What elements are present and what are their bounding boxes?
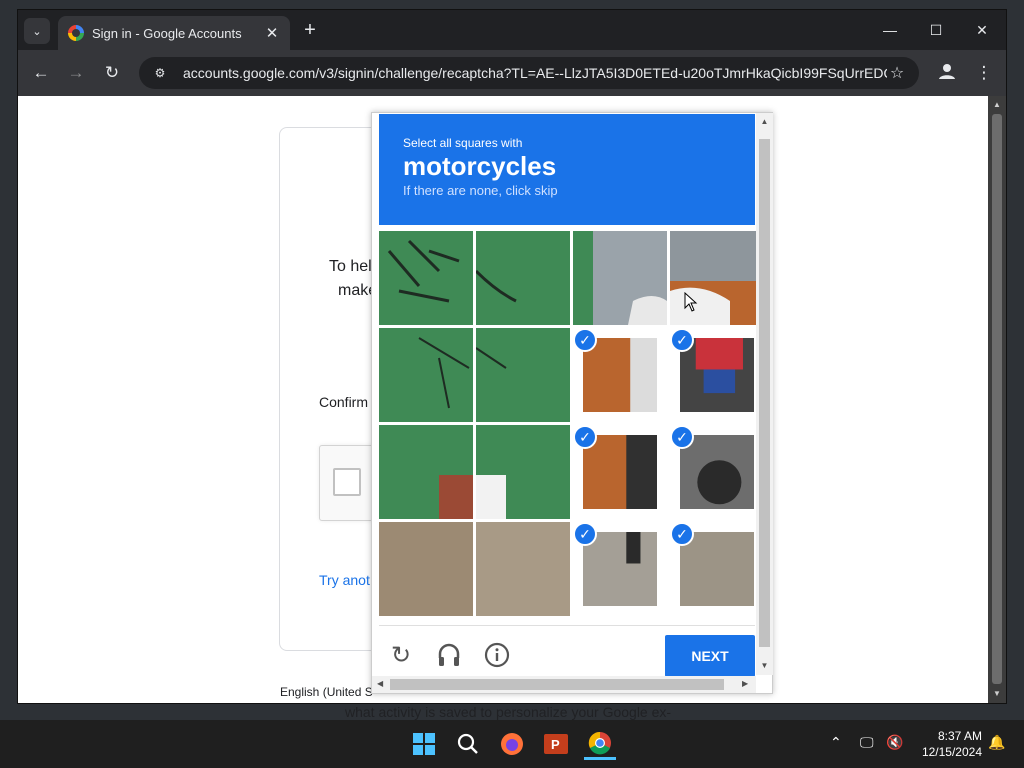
confirm-label: Confirm	[319, 394, 369, 410]
background-page-text: what activity is saved to personalize yo…	[345, 704, 672, 720]
notifications-bell-icon[interactable]: 🔔	[988, 734, 1005, 751]
grid-tile-14[interactable]	[476, 522, 570, 616]
new-tab-icon[interactable]: +	[300, 20, 320, 40]
scrollbar-thumb[interactable]	[759, 139, 770, 647]
recaptcha-challenge-dialog: Select all squares with motorcycles If t…	[371, 112, 773, 694]
tile-selected-check-icon: ✓	[670, 522, 694, 546]
scroll-down-icon[interactable]: ▼	[992, 689, 1002, 698]
scroll-left-icon[interactable]: ◀	[377, 679, 383, 688]
page-scrollbar[interactable]: ▲ ▼	[988, 96, 1006, 703]
bookmark-star-icon[interactable]: ☆	[887, 63, 907, 83]
menu-kebab-icon[interactable]: ⋮	[973, 62, 995, 84]
powerpoint-icon[interactable]: P	[540, 728, 572, 760]
grid-tile-13[interactable]	[379, 522, 473, 616]
show-hidden-icons-icon[interactable]: ⌃	[830, 734, 842, 751]
tab-bar: ⌄ Sign in - Google Accounts ✕ + — ☐ ✕	[18, 10, 1006, 50]
next-button[interactable]: NEXT	[665, 635, 755, 677]
audio-challenge-icon[interactable]	[435, 642, 463, 670]
grid-tile-2[interactable]	[476, 231, 570, 325]
back-icon[interactable]: ←	[30, 62, 52, 84]
scrollbar-thumb[interactable]	[992, 114, 1002, 684]
start-windows-icon[interactable]	[408, 728, 440, 760]
firefox-icon[interactable]	[496, 728, 528, 760]
challenge-hint: If there are none, click skip	[403, 183, 558, 198]
google-favicon-icon	[68, 25, 84, 41]
dialog-horizontal-scrollbar[interactable]: ◀ ▶	[372, 676, 756, 693]
grid-tile-10[interactable]	[476, 425, 570, 519]
image-grid: ✓ ✓ ✓ ✓ ✓ ✓	[379, 231, 764, 617]
browser-toolbar: ← → ↻ ⚙ accounts.google.com/v3/signin/ch…	[18, 50, 1006, 96]
tile-selected-check-icon: ✓	[670, 328, 694, 352]
close-tab-icon[interactable]: ✕	[264, 24, 280, 42]
profile-icon[interactable]	[936, 62, 958, 84]
info-icon[interactable]	[483, 642, 511, 670]
tile-selected-check-icon: ✓	[670, 425, 694, 449]
grid-tile-15[interactable]: ✓	[573, 522, 667, 616]
scroll-right-icon[interactable]: ▶	[742, 679, 748, 688]
grid-tile-6[interactable]	[476, 328, 570, 422]
signin-line-1: To hel	[329, 258, 372, 275]
mouse-cursor-icon	[684, 292, 698, 312]
minimize-icon[interactable]: —	[878, 20, 902, 40]
svg-text:P: P	[551, 737, 560, 752]
taskbar: P ⌃ 🖵 🔇 8:37 AM 12/15/2024 🔔	[0, 720, 1024, 768]
tab-title: Sign in - Google Accounts	[92, 25, 242, 41]
not-a-robot-checkbox[interactable]	[333, 468, 361, 496]
site-info-icon[interactable]: ⚙	[151, 64, 169, 82]
challenge-instruction: Select all squares with	[403, 136, 523, 150]
clock-time: 8:37 AM	[937, 729, 982, 743]
grid-tile-7[interactable]: ✓	[573, 328, 667, 422]
tab-search-icon[interactable]: ⌄	[24, 18, 50, 44]
reload-challenge-icon[interactable]: ↻	[387, 642, 415, 670]
network-icon[interactable]: 🖵	[860, 734, 874, 751]
forward-icon[interactable]: →	[65, 62, 87, 84]
maximize-icon[interactable]: ☐	[924, 20, 948, 40]
reload-icon[interactable]: ↻	[101, 62, 123, 84]
clock-date: 12/15/2024	[921, 745, 982, 759]
volume-muted-icon[interactable]: 🔇	[886, 734, 903, 751]
system-clock[interactable]: 8:37 AM 12/15/2024	[918, 728, 982, 760]
search-icon[interactable]	[452, 728, 484, 760]
scroll-up-icon[interactable]: ▲	[992, 100, 1002, 109]
grid-tile-1[interactable]	[379, 231, 473, 325]
grid-tile-12[interactable]: ✓	[670, 425, 764, 519]
dialog-vertical-scrollbar[interactable]: ▲ ▼	[756, 113, 773, 675]
scroll-down-icon[interactable]: ▼	[756, 661, 773, 670]
grid-tile-11[interactable]: ✓	[573, 425, 667, 519]
grid-tile-9[interactable]	[379, 425, 473, 519]
try-another-way-link[interactable]: Try anot	[319, 572, 370, 588]
scroll-up-icon[interactable]: ▲	[756, 117, 773, 126]
tile-selected-check-icon: ✓	[573, 425, 597, 449]
address-bar[interactable]: ⚙ accounts.google.com/v3/signin/challeng…	[139, 57, 919, 89]
language-selector[interactable]: English (United S	[280, 685, 373, 699]
url-text[interactable]: accounts.google.com/v3/signin/challenge/…	[183, 65, 887, 81]
grid-tile-5[interactable]	[379, 328, 473, 422]
tab-google-signin[interactable]: Sign in - Google Accounts ✕	[58, 16, 290, 50]
tile-selected-check-icon: ✓	[573, 522, 597, 546]
grid-tile-16[interactable]: ✓	[670, 522, 764, 616]
scrollbar-thumb[interactable]	[390, 679, 724, 690]
grid-tile-3[interactable]	[573, 231, 667, 325]
tile-selected-check-icon: ✓	[573, 328, 597, 352]
challenge-object: motorcycles	[403, 151, 557, 181]
grid-tile-8[interactable]: ✓	[670, 328, 764, 422]
chrome-icon[interactable]	[584, 728, 616, 760]
challenge-footer: ↻ NEXT	[379, 625, 755, 677]
challenge-header: Select all squares with motorcycles If t…	[379, 114, 755, 225]
close-window-icon[interactable]: ✕	[970, 20, 994, 40]
